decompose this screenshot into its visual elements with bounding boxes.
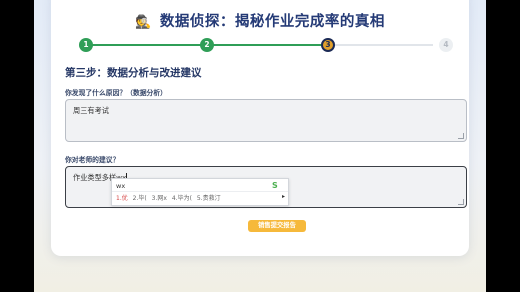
submit-report-button[interactable]: 销售提交报告: [248, 220, 306, 232]
step-1: 1: [79, 38, 93, 52]
ime-candidate[interactable]: 4.毕为(: [172, 195, 192, 202]
step-progress: 1 2 3 4: [79, 38, 453, 52]
step-2: 2: [200, 38, 214, 52]
ime-candidate[interactable]: 3.网x: [152, 195, 167, 202]
ime-logo-icon: S: [272, 181, 278, 190]
ime-candidate[interactable]: 2.毕(: [133, 195, 147, 202]
ime-candidate[interactable]: 5.贵救汀: [197, 195, 221, 202]
page-title: 🕵️ 数据侦探：揭秘作业完成率的真相: [51, 10, 469, 32]
detective-icon: 🕵️: [135, 15, 152, 30]
step-3: 3: [321, 38, 335, 52]
step-4: 4: [439, 38, 453, 52]
ime-composition: wx: [116, 182, 126, 190]
ime-divider: [112, 191, 288, 192]
ime-candidate[interactable]: 1.优: [116, 195, 128, 202]
resize-handle[interactable]: [458, 199, 464, 205]
ime-candidate-window: wx S 1.优 2.毕( 3.网x 4.毕为( 5.贵救汀 ▸: [111, 178, 289, 206]
report-card: 🕵️ 数据侦探：揭秘作业完成率的真相 1 2 3 4 第三步：数据分析与改进建议 …: [51, 0, 469, 256]
page-title-text: 数据侦探：揭秘作业完成率的真相: [159, 14, 385, 30]
analysis-label: 你发现了什么原因？（数据分析）: [65, 89, 167, 97]
page-background: 🕵️ 数据侦探：揭秘作业完成率的真相 1 2 3 4 第三步：数据分析与改进建议 …: [34, 0, 486, 292]
ime-next-page-icon[interactable]: ▸: [282, 193, 285, 200]
ime-candidates: 1.优 2.毕( 3.网x 4.毕为( 5.贵救汀: [116, 193, 224, 202]
resize-handle[interactable]: [458, 133, 464, 139]
section-title: 第三步：数据分析与改进建议: [65, 67, 202, 79]
suggestion-label: 你对老师的建议？: [65, 156, 120, 164]
analysis-textarea[interactable]: 周三有考试: [65, 99, 467, 142]
analysis-text: 周三有考试: [73, 106, 109, 115]
